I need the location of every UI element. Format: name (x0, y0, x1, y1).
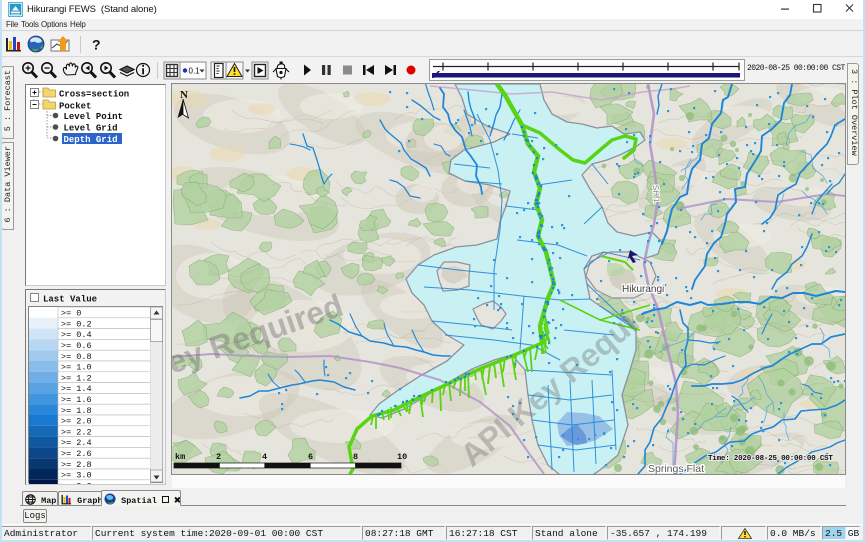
svg-text:?: ? (92, 37, 101, 53)
svg-text:Cross=section: Cross=section (59, 90, 129, 100)
svg-text:>= 1.6: >= 1.6 (61, 395, 92, 405)
svg-text:>= 2.0: >= 2.0 (61, 417, 92, 427)
svg-text:N: N (180, 89, 188, 101)
svg-text:>= 1.2: >= 1.2 (61, 373, 92, 383)
svg-text:Level Point: Level Point (64, 112, 123, 122)
svg-text:>= 2.6: >= 2.6 (61, 449, 92, 459)
svg-text:Depth Grid: Depth Grid (64, 135, 118, 145)
svg-text:>= 0.6: >= 0.6 (61, 341, 92, 351)
svg-text:6: 6 (308, 452, 313, 462)
svg-text:>= 3.2: >= 3.2 (61, 481, 92, 484)
svg-text:>= 2.4: >= 2.4 (61, 438, 92, 448)
svg-text:>= 0.8: >= 0.8 (61, 352, 92, 362)
svg-text:>= 0: >= 0 (61, 309, 81, 319)
svg-text:>= 2.8: >= 2.8 (61, 460, 92, 470)
svg-text:>= 0.2: >= 0.2 (61, 319, 92, 329)
svg-text:10: 10 (397, 452, 407, 462)
svg-text:Springs Flat: Springs Flat (648, 463, 704, 474)
svg-text:>= 1.8: >= 1.8 (61, 406, 92, 416)
svg-text:Pocket: Pocket (59, 102, 91, 112)
svg-text:>= 1.4: >= 1.4 (61, 384, 92, 394)
svg-text:Hikurangi: Hikurangi (622, 284, 664, 295)
svg-text:0.1: 0.1 (189, 67, 201, 76)
svg-text:>= 2.2: >= 2.2 (61, 427, 92, 437)
svg-text:8: 8 (353, 452, 358, 462)
svg-text:Last Value: Last Value (43, 295, 97, 305)
svg-text:km: km (175, 452, 185, 462)
svg-text:Time: 2020-08-25 00:00:00 CST: Time: 2020-08-25 00:00:00 CST (708, 455, 833, 463)
svg-text:>= 3.0: >= 3.0 (61, 471, 92, 481)
svg-text:Level Grid: Level Grid (64, 124, 118, 134)
svg-text:2: 2 (216, 452, 221, 462)
svg-text:4: 4 (262, 452, 267, 462)
svg-text:>= 1.0: >= 1.0 (61, 363, 92, 373)
svg-text:SH 1: SH 1 (651, 185, 661, 204)
svg-text:>= 0.4: >= 0.4 (61, 330, 92, 340)
